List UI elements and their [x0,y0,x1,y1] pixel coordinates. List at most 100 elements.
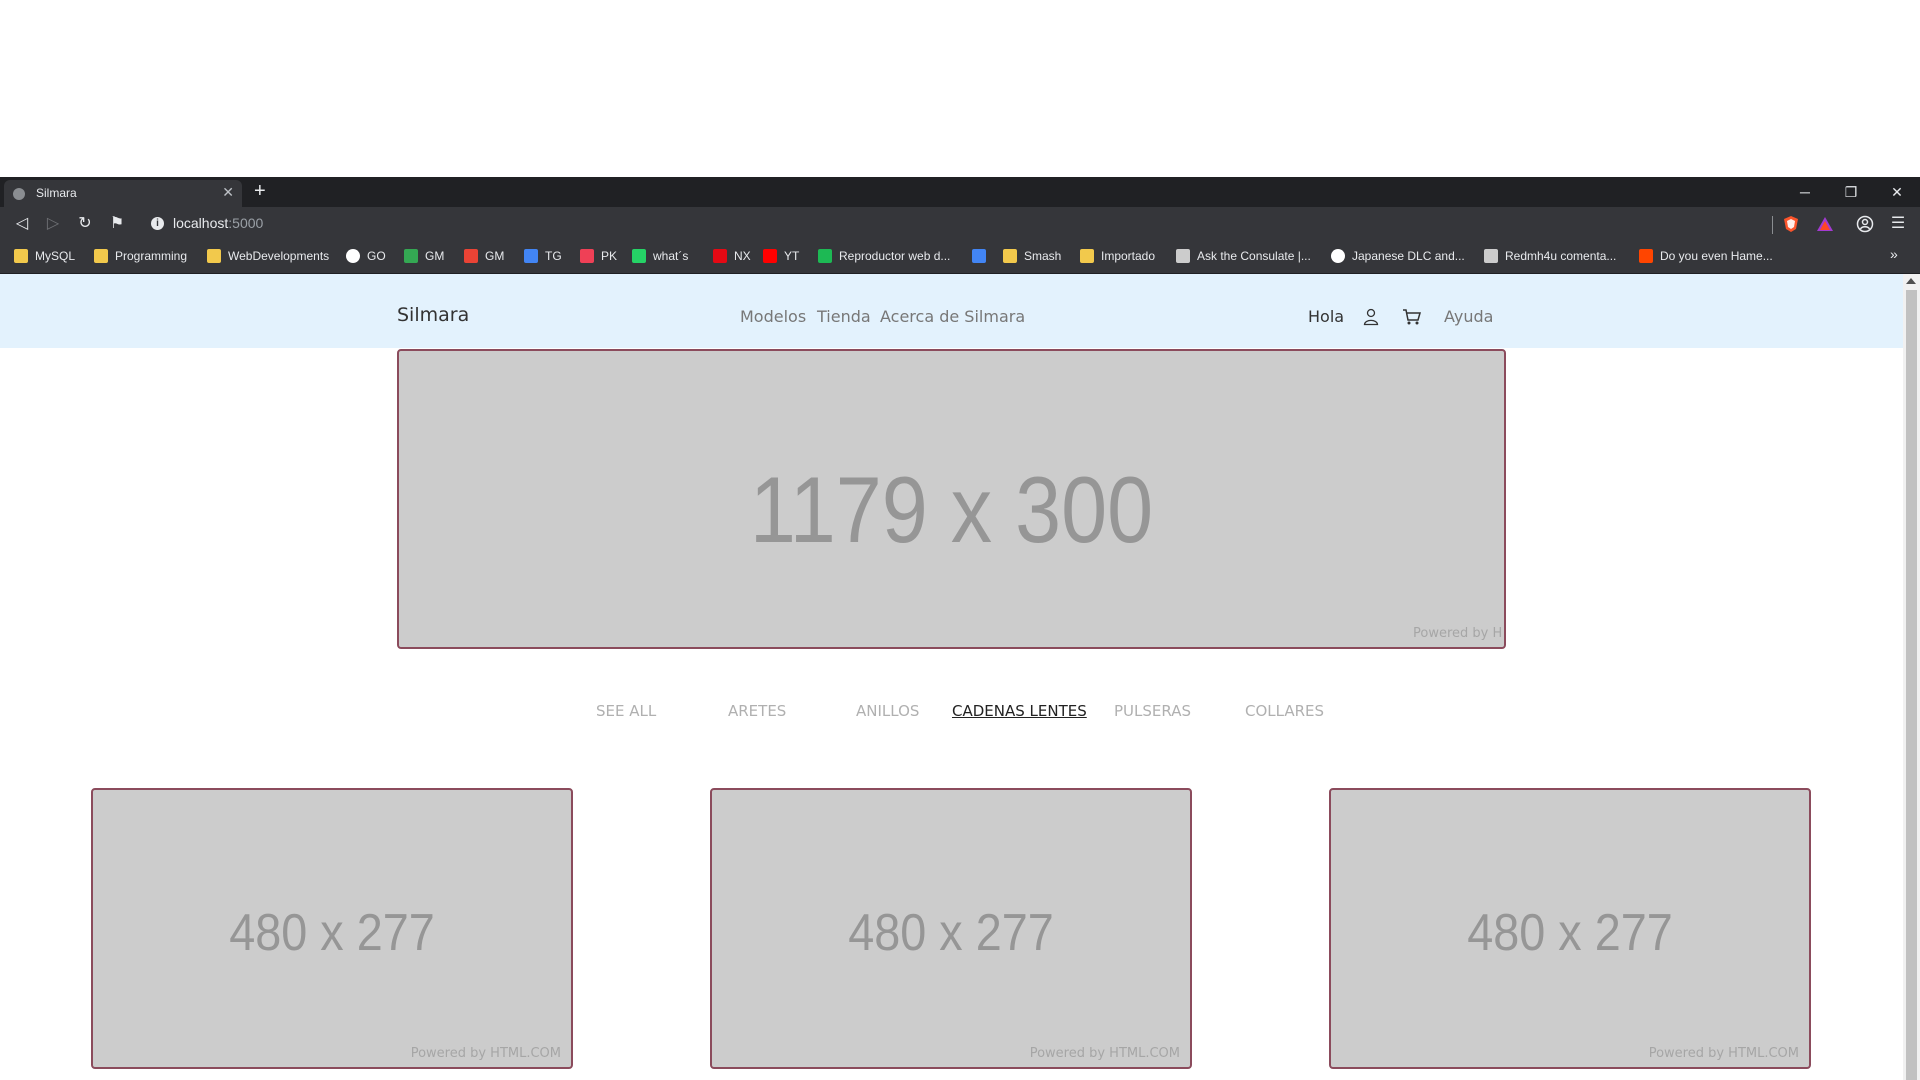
site-navbar: Silmara Modelos Tienda Acerca de Silmara… [0,274,1903,348]
bookmark-item[interactable]: Programming [94,249,187,265]
bookmark-item[interactable]: Do you even Hame... [1639,249,1773,265]
card-placeholder-text: 480 x 277 [848,904,1054,962]
bookmark-label: WebDevelopments [228,249,330,263]
category-anillos[interactable]: ANILLOS [856,702,919,720]
card-powered-by: Powered by HTML.COM [1029,1046,1180,1061]
product-card[interactable]: 480 x 277 Powered by HTML.COM [1329,788,1811,1069]
brave-rewards-icon[interactable] [1816,215,1834,233]
restore-button[interactable]: ❐ [1828,177,1874,207]
bookmark-label: what´s [653,249,689,263]
browser-tab[interactable]: Silmara ✕ [4,180,242,207]
profile-icon[interactable] [1856,215,1874,233]
card-powered-by: Powered by HTML.COM [410,1046,561,1061]
globe-icon [1331,249,1345,263]
bookmark-item[interactable]: Reproductor web d... [818,249,950,265]
bookmark-label: GM [485,249,505,263]
bookmark-label: Reproductor web d... [839,249,951,263]
pocket-icon [580,249,594,263]
gmail-icon [464,249,478,263]
youtube-icon [763,249,777,263]
cart-icon[interactable] [1402,308,1422,326]
netflix-icon [713,249,727,263]
bookmark-item[interactable]: Redmh4u comenta... [1484,249,1616,265]
bookmark-label: YT [784,249,800,263]
product-card[interactable]: 480 x 277 Powered by HTML.COM [710,788,1192,1069]
reload-button[interactable]: ↻ [75,214,95,234]
back-button[interactable]: ◁ [12,214,32,234]
bookmark-label: Do you even Hame... [1660,249,1773,263]
bookmark-item[interactable]: GM [404,249,444,265]
folder-icon [207,249,221,263]
browser-toolbar [0,207,1920,241]
help-link[interactable]: Ayuda [1444,307,1493,326]
hero-banner-placeholder: 1179 x 300 Powered by H [397,349,1506,649]
bookmark-item[interactable]: WebDevelopments [207,249,329,265]
url-port: :5000 [228,215,264,231]
tab-favicon-icon [13,188,25,200]
hero-powered-by: Powered by H [1413,626,1503,641]
bookmark-item[interactable]: TG [524,249,562,265]
bookmark-item[interactable]: what´s [632,249,688,265]
google-icon [346,249,360,263]
category-collares[interactable]: COLLARES [1245,702,1324,720]
user-icon[interactable] [1363,308,1379,326]
category-see-all[interactable]: SEE ALL [596,702,656,720]
bookmark-page-button[interactable]: ⚑ [107,214,127,234]
bookmark-label: Programming [115,249,188,263]
bookmark-label: Smash [1024,249,1062,263]
window-close-button[interactable]: ✕ [1874,177,1920,207]
bookmark-item[interactable]: Ask the Consulate |... [1176,249,1311,265]
bookmark-item[interactable]: YT [763,249,799,265]
tab-title: Silmara [36,186,77,200]
folder-icon [14,249,28,263]
forward-button[interactable]: ▷ [43,214,63,234]
category-pulseras[interactable]: PULSERAS [1114,702,1191,720]
bookmark-label: Importado [1101,249,1156,263]
bookmark-label: MySQL [35,249,76,263]
browser-menu-icon[interactable]: ☰ [1888,214,1908,234]
site-info-icon[interactable]: i [151,217,164,230]
folder-icon [1003,249,1017,263]
bookmarks-overflow-button[interactable]: » [1890,246,1898,262]
site-brand[interactable]: Silmara [397,304,469,326]
category-cadenas-lentes[interactable]: CADENAS LENTES [952,702,1087,720]
bookmark-label: NX [734,249,751,263]
bookmark-label: GO [367,249,386,263]
browser-tab-bar: Silmara ✕ [0,177,1920,207]
bookmark-item[interactable] [972,249,993,265]
nav-link-modelos[interactable]: Modelos [740,307,806,326]
bookmark-label: PK [601,249,618,263]
bookmark-item[interactable]: GO [346,249,386,265]
nav-link-tienda[interactable]: Tienda [817,307,871,326]
bookmark-item[interactable]: MySQL [14,249,75,265]
page-viewport: Silmara Modelos Tienda Acerca de Silmara… [0,274,1920,1080]
bookmark-label: Japanese DLC and... [1352,249,1465,263]
consulate-icon [1176,249,1190,263]
bookmark-item[interactable]: Japanese DLC and... [1331,249,1465,265]
category-aretes[interactable]: ARETES [728,702,786,720]
bookmark-item[interactable]: Smash [1003,249,1061,265]
nav-link-acerca[interactable]: Acerca de Silmara [880,307,1025,326]
address-bar[interactable]: localhost:5000 [173,215,263,231]
bookmark-label: Redmh4u comenta... [1505,249,1617,263]
desktop-blank-area [0,0,1920,177]
page-scrollbar[interactable] [1903,274,1920,1080]
tab-close-icon[interactable]: ✕ [222,184,234,201]
bookmark-item[interactable]: NX [713,249,751,265]
new-tab-button[interactable]: + [254,181,266,201]
docs-icon [972,249,986,263]
minimize-button[interactable]: ─ [1782,177,1828,207]
folder-icon [94,249,108,263]
greeting-link[interactable]: Hola [1308,307,1344,326]
bookmark-item[interactable]: PK [580,249,617,265]
reddit-icon [1639,249,1653,263]
product-card[interactable]: 480 x 277 Powered by HTML.COM [91,788,573,1069]
whatsapp-icon [632,249,646,263]
folder-icon [1080,249,1094,263]
scrollbar-thumb[interactable] [1906,290,1917,1080]
brave-shield-icon[interactable] [1782,215,1800,233]
card-placeholder-text: 480 x 277 [229,904,435,962]
scroll-up-arrow-icon[interactable] [1906,278,1916,284]
bookmark-item[interactable]: Importado [1080,249,1155,265]
bookmark-item[interactable]: GM [464,249,504,265]
